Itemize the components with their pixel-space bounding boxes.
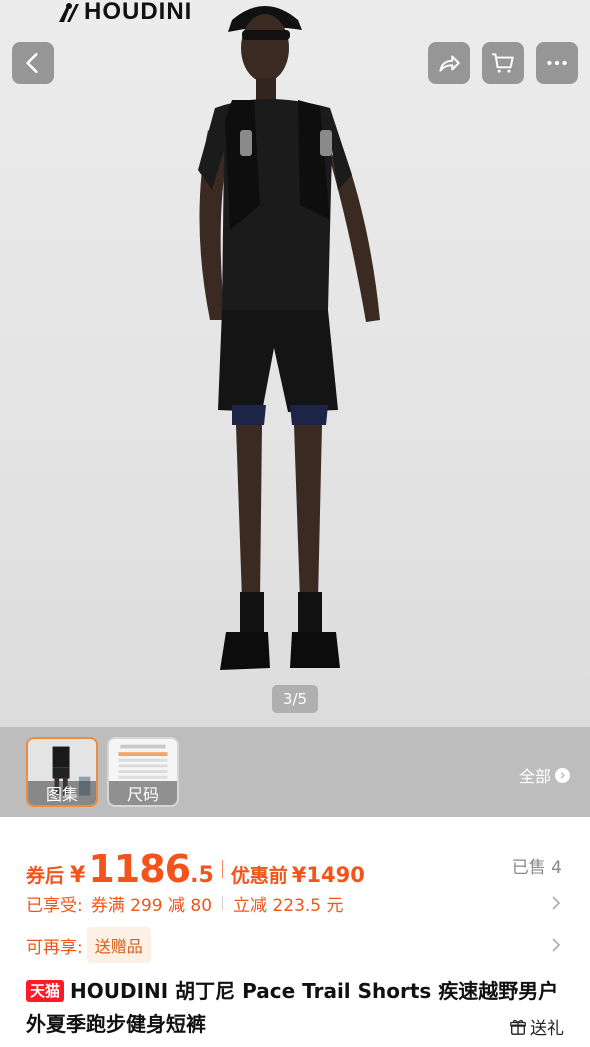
product-info: 券后 ¥ 1186 .5 优惠前 ¥1490 已售 4 已享受: 券满 299 …	[0, 817, 590, 1047]
promo-divider	[222, 896, 224, 910]
price-integer: 1186	[88, 847, 191, 891]
thumbnail-strip: 图集 尺码 全部	[0, 727, 590, 817]
view-all-label: 全部	[518, 767, 551, 786]
gift-label: 可再享:	[26, 937, 83, 958]
tmall-badge: 天猫	[26, 980, 65, 1002]
share-icon	[439, 55, 460, 72]
back-button[interactable]	[12, 42, 54, 84]
sold-count: 已售 4	[511, 858, 562, 878]
product-image[interactable]: HOUDINI 3/5	[0, 0, 590, 727]
send-gift-button[interactable]: 送礼	[509, 1014, 564, 1039]
currency-symbol: ¥	[70, 863, 86, 888]
product-title-text: HOUDINI 胡丁尼 Pace Trail Shorts 疾速越野男户外夏季跑…	[26, 979, 559, 1036]
price-decimal: .5	[190, 863, 214, 888]
promo-label: 已享受:	[26, 895, 83, 916]
gallery-label: 图集	[28, 781, 96, 805]
more-button[interactable]	[536, 42, 578, 84]
image-pager: 3/5	[272, 685, 318, 713]
original-price: ¥1490	[291, 863, 365, 887]
coupon-text: 券满 299 减 80	[90, 895, 213, 916]
size-chart-thumbnail[interactable]: 尺码	[107, 737, 179, 807]
cart-button[interactable]	[482, 42, 524, 84]
chevron-left-icon	[26, 53, 38, 73]
chevron-right-icon	[555, 767, 570, 783]
size-label: 尺码	[109, 781, 177, 805]
chevron-right-icon	[552, 896, 561, 910]
before-discount-label: 优惠前	[230, 865, 288, 887]
share-button[interactable]	[428, 42, 470, 84]
gift-row[interactable]: 可再享: 送赠品	[26, 927, 566, 963]
more-icon	[547, 60, 567, 66]
after-coupon-label: 券后	[26, 865, 65, 887]
houdini-logo-icon	[59, 3, 79, 22]
gift-icon	[510, 1019, 526, 1035]
cart-icon	[492, 53, 514, 73]
send-gift-label: 送礼	[530, 1019, 564, 1039]
gift-chip: 送赠品	[86, 927, 151, 963]
price-row: 券后 ¥ 1186 .5 优惠前 ¥1490	[26, 847, 365, 891]
model-figure	[198, 6, 380, 670]
price-divider	[221, 860, 223, 878]
promo-row[interactable]: 已享受: 券满 299 减 80 立减 223.5 元	[26, 891, 566, 916]
product-title: 天猫 HOUDINI 胡丁尼 Pace Trail Shorts 疾速越野男户外夏…	[26, 975, 566, 1041]
chevron-right-icon	[552, 938, 561, 952]
view-all-link[interactable]: 全部	[519, 763, 570, 787]
instant-discount-text: 立减 223.5 元	[233, 895, 344, 916]
gallery-thumbnail[interactable]: 图集	[26, 737, 98, 807]
